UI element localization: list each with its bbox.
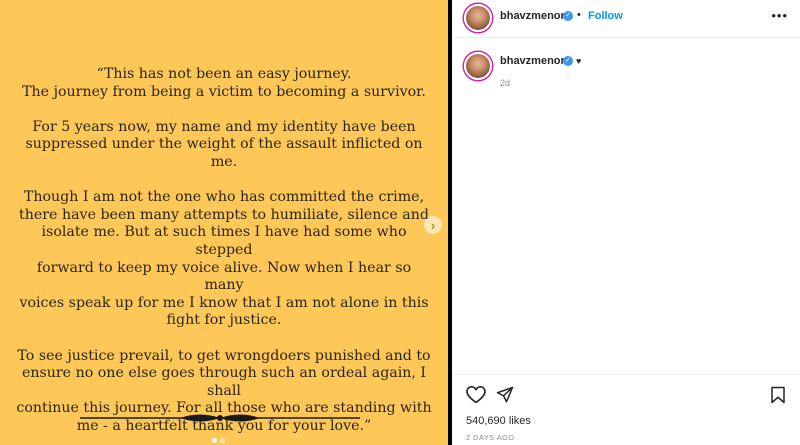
more-horizontal-icon[interactable]: •••	[771, 8, 788, 23]
follow-button[interactable]: Follow	[588, 10, 623, 22]
post-image-text: “This has not been an easy journey. The …	[16, 66, 432, 445]
caption-username[interactable]: bhavzmenon	[500, 55, 567, 67]
send-icon[interactable]	[496, 386, 514, 404]
heart-icon[interactable]	[466, 386, 486, 404]
post-image[interactable]: “This has not been an easy journey. The …	[0, 0, 448, 445]
verified-badge-icon: ✓	[563, 56, 573, 66]
post-details-panel: bhavzmenon ✓ • Follow ••• bhavzmenon ✓ ♥…	[452, 0, 800, 445]
avatar[interactable]	[464, 4, 492, 32]
post-header: bhavzmenon ✓ • Follow •••	[452, 0, 800, 38]
carousel-dot	[212, 438, 217, 443]
carousel-indicator	[212, 438, 225, 443]
separator-dot: •	[577, 9, 581, 21]
next-slide-button[interactable]: ›	[424, 216, 442, 234]
image-paragraph: For 5 years now, my name and my identity…	[25, 118, 423, 170]
bookmark-icon[interactable]	[770, 386, 786, 404]
verified-badge-icon: ✓	[563, 11, 573, 21]
image-paragraph: “This has not been an easy journey. The …	[22, 66, 426, 100]
caption-avatar[interactable]	[464, 52, 492, 80]
header-username[interactable]: bhavzmenon	[500, 10, 567, 22]
chevron-right-icon: ›	[430, 217, 436, 233]
image-paragraph: Though I am not the one who has committe…	[19, 189, 429, 329]
caption-time[interactable]: 2d	[500, 78, 510, 88]
caption-text: ♥	[576, 56, 582, 66]
instagram-post: “This has not been an easy journey. The …	[0, 0, 800, 445]
post-date[interactable]: 2 DAYS AGO	[466, 433, 514, 442]
decorative-divider	[80, 414, 360, 422]
likes-count[interactable]: 540,690 likes	[466, 415, 531, 427]
carousel-dot	[220, 438, 225, 443]
